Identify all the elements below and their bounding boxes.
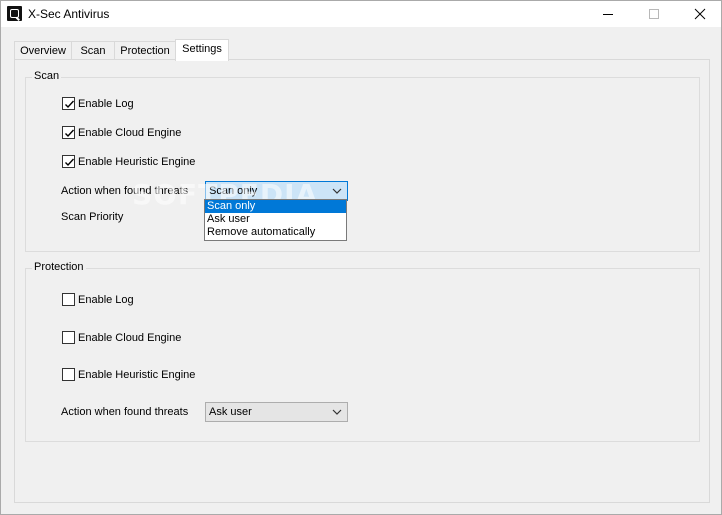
checkmark-icon	[65, 129, 75, 138]
scan-group-title: Scan	[32, 70, 62, 82]
protection-enable-log-checkbox[interactable]: Enable Log	[62, 293, 134, 306]
settings-tab-page: Scan Enable Log Enable Cloud Engine Enab…	[14, 59, 710, 503]
scan-action-label: Action when found threats	[61, 185, 189, 197]
checkbox-box	[62, 293, 75, 306]
checkbox-box	[62, 126, 75, 139]
checkbox-box	[62, 331, 75, 344]
scan-enable-heuristic-checkbox[interactable]: Enable Heuristic Engine	[62, 155, 195, 168]
tab-protection[interactable]: Protection	[114, 41, 176, 60]
protection-action-value: Ask user	[209, 406, 252, 418]
scan-enable-heuristic-label: Enable Heuristic Engine	[78, 155, 196, 168]
close-button[interactable]	[677, 1, 722, 27]
scan-action-value: Scan only	[209, 185, 258, 197]
checkmark-icon	[65, 158, 75, 167]
scan-enable-cloud-label: Enable Cloud Engine	[78, 126, 182, 139]
scan-action-dropdown-list: Scan only Ask user Remove automatically	[204, 199, 347, 241]
chevron-down-icon	[332, 188, 342, 194]
scan-enable-log-checkbox[interactable]: Enable Log	[62, 97, 134, 110]
minimize-icon	[603, 14, 613, 15]
protection-action-select[interactable]: Ask user	[205, 402, 348, 422]
window-title: X-Sec Antivirus	[28, 7, 110, 21]
app-logo-icon	[7, 6, 22, 21]
dropdown-option-scan-only[interactable]: Scan only	[205, 200, 346, 213]
checkbox-box	[62, 97, 75, 110]
scan-action-select[interactable]: Scan only	[205, 181, 348, 201]
scan-enable-log-label: Enable Log	[78, 97, 134, 110]
protection-enable-heuristic-label: Enable Heuristic Engine	[78, 368, 196, 381]
maximize-icon	[649, 9, 659, 19]
protection-action-label: Action when found threats	[61, 406, 189, 418]
app-window: X-Sec Antivirus Overview Scan Protection…	[0, 0, 722, 515]
scan-priority-label: Scan Priority	[61, 211, 124, 223]
protection-group-title: Protection	[32, 261, 86, 273]
protection-enable-log-label: Enable Log	[78, 293, 134, 306]
checkbox-box	[62, 155, 75, 168]
tab-overview[interactable]: Overview	[14, 41, 72, 60]
dropdown-option-remove-automatically[interactable]: Remove automatically	[205, 226, 346, 239]
close-icon	[694, 8, 706, 20]
minimize-button[interactable]	[585, 1, 631, 27]
protection-enable-cloud-checkbox[interactable]: Enable Cloud Engine	[62, 331, 181, 344]
checkbox-box	[62, 368, 75, 381]
scan-enable-cloud-checkbox[interactable]: Enable Cloud Engine	[62, 126, 181, 139]
title-bar: X-Sec Antivirus	[1, 1, 721, 27]
protection-enable-cloud-label: Enable Cloud Engine	[78, 331, 182, 344]
tab-settings[interactable]: Settings	[175, 39, 229, 61]
chevron-down-icon	[332, 409, 342, 415]
checkmark-icon	[65, 100, 75, 109]
maximize-button[interactable]	[631, 1, 677, 27]
tab-scan[interactable]: Scan	[71, 41, 115, 60]
dropdown-option-ask-user[interactable]: Ask user	[205, 213, 346, 226]
protection-enable-heuristic-checkbox[interactable]: Enable Heuristic Engine	[62, 368, 195, 381]
